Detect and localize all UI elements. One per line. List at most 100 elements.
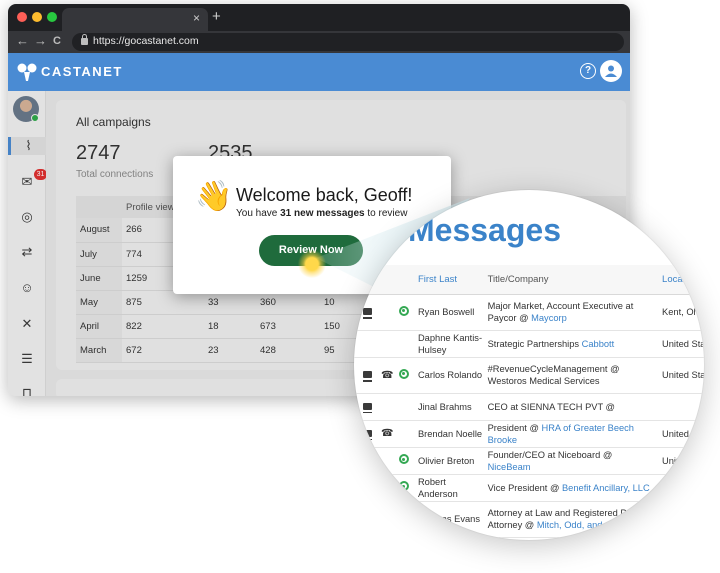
list-item[interactable]: Jinal Brahms CEO at SIENNA TECH PVT @ bbox=[354, 393, 704, 421]
url-field[interactable]: https://gocastanet.com bbox=[72, 33, 624, 51]
location-cell: Kennewick, Washington bbox=[656, 474, 704, 502]
phone-cell bbox=[380, 393, 399, 421]
contact-name[interactable]: Daphne Kantis-Hulsey bbox=[417, 330, 488, 358]
email-cell bbox=[354, 447, 381, 475]
envelope-icon[interactable] bbox=[363, 308, 372, 319]
email-cell bbox=[354, 420, 381, 448]
envelope-icon[interactable] bbox=[363, 456, 372, 467]
location-cell: United States bbox=[656, 447, 704, 475]
company-link[interactable]: Cabbott bbox=[582, 339, 615, 349]
status-cell bbox=[398, 474, 418, 502]
app-header: CASTANET ? bbox=[8, 53, 630, 91]
messages-header-row: First Last Title/Company Location bbox=[354, 265, 704, 295]
company-link[interactable]: Benefit Ancillary, LLC bbox=[562, 483, 650, 493]
review-now-button[interactable]: Review Now bbox=[259, 235, 363, 266]
list-item[interactable]: ☎ Robert Anderson Vice President @ Benefit… bbox=[354, 474, 704, 502]
envelope-icon[interactable] bbox=[363, 429, 372, 440]
close-tab-icon[interactable]: × bbox=[193, 11, 200, 25]
company-link[interactable]: NiceBeam bbox=[488, 462, 531, 472]
status-cell bbox=[398, 393, 418, 421]
target-icon: ◎ bbox=[21, 209, 33, 224]
list-item[interactable]: Daphne Kantis-Hulsey Strategic Partnershi… bbox=[354, 330, 704, 358]
phone-cell: ☎ bbox=[380, 357, 399, 394]
month-cell: June bbox=[76, 266, 122, 291]
envelope-icon[interactable] bbox=[363, 483, 372, 494]
help-button[interactable]: ? bbox=[580, 63, 596, 79]
column-header-blank bbox=[380, 265, 399, 295]
column-header-location[interactable]: Location bbox=[656, 265, 704, 295]
sidebar-item-messages[interactable]: ✉ 31 bbox=[17, 169, 47, 191]
phone-icon[interactable]: ☎ bbox=[381, 428, 393, 439]
status-cell bbox=[398, 294, 418, 331]
magnifier-lens: Messages First Last Title/Company Locati… bbox=[354, 190, 704, 540]
sidebar-item-sequences[interactable]: ⇄ bbox=[17, 243, 37, 261]
list-item[interactable]: Ryan Boswell Major Market, Account Execut… bbox=[354, 294, 704, 331]
column-header-blank bbox=[398, 265, 418, 295]
month-cell: March bbox=[76, 338, 122, 363]
company-link[interactable]: Maycorp bbox=[531, 313, 567, 323]
location-cell: United States bbox=[656, 420, 704, 448]
sidebar: ⌇ ✉ 31 ◎ ⇄ ☺ ✕ ☰ ⊓ bbox=[8, 91, 47, 396]
sidebar-item-team[interactable]: ☺ bbox=[17, 279, 37, 297]
settings-icon bbox=[363, 273, 371, 282]
status-cell bbox=[398, 447, 418, 475]
envelope-icon[interactable] bbox=[363, 402, 372, 413]
envelope-icon[interactable] bbox=[363, 371, 372, 382]
contact-name[interactable]: Olivier Breton bbox=[417, 447, 488, 475]
contact-title: Strategic Partnerships bbox=[487, 338, 582, 349]
location-cell: United States bbox=[656, 357, 704, 394]
list-item[interactable]: Olivier Breton Founder/CEO at Niceboard @… bbox=[354, 447, 704, 475]
contact-title: President @ bbox=[487, 422, 542, 433]
contact-name[interactable]: Brendan Noelle bbox=[417, 420, 488, 448]
reload-icon[interactable]: C bbox=[53, 35, 61, 47]
lock-icon: ⊓ bbox=[21, 385, 33, 396]
sidebar-item-filters[interactable]: ☰ bbox=[17, 350, 37, 368]
sidebar-item-lock[interactable]: ⊓ bbox=[17, 384, 37, 396]
title-company-cell: #RevenueCycleManagement @ Westoros Medic… bbox=[487, 357, 657, 394]
new-tab-button[interactable]: + bbox=[212, 8, 221, 25]
phone-icon[interactable]: ☎ bbox=[381, 370, 393, 381]
minimize-window-button[interactable] bbox=[32, 12, 42, 22]
column-header bbox=[76, 196, 122, 218]
email-cell bbox=[354, 357, 381, 394]
sidebar-item-analytics[interactable]: ⌇ bbox=[8, 137, 46, 155]
title-company-cell: CEO at SIENNA TECH PVT @ bbox=[487, 393, 657, 421]
connected-status-icon bbox=[398, 481, 409, 491]
contact-name[interactable]: Jinal Brahms bbox=[417, 393, 488, 421]
maximize-window-button[interactable] bbox=[47, 12, 57, 22]
forward-icon[interactable]: → bbox=[34, 33, 47, 48]
sidebar-item-targets[interactable]: ◎ bbox=[17, 208, 37, 226]
column-header-title-company[interactable]: Title/Company bbox=[487, 265, 657, 295]
stat-cell: 673 bbox=[256, 314, 320, 339]
email-cell bbox=[354, 501, 381, 538]
online-status-dot bbox=[31, 114, 39, 122]
contact-name[interactable]: Thomas Evans bbox=[417, 501, 488, 538]
back-icon[interactable]: ← bbox=[16, 33, 29, 48]
title-company-cell: Attorney at Law and Registered Patent At… bbox=[487, 501, 657, 538]
status-cell bbox=[398, 501, 418, 538]
list-item[interactable]: ☎ Carlos Rolando #RevenueCycleManagement @… bbox=[354, 357, 704, 394]
title-company-cell: Founder/CEO at Niceboard @ NiceBeam bbox=[487, 447, 657, 475]
user-menu-button[interactable] bbox=[600, 60, 622, 82]
close-window-button[interactable] bbox=[17, 12, 27, 22]
contact-name[interactable]: Robert Anderson bbox=[417, 474, 488, 502]
month-cell: April bbox=[76, 314, 122, 339]
month-cell: May bbox=[76, 290, 122, 315]
phone-cell bbox=[380, 447, 399, 475]
company-link[interactable]: Mitch, Odd, and Gavin LLP bbox=[537, 520, 649, 530]
envelope-icon: ✉ bbox=[21, 174, 33, 189]
team-icon: ☺ bbox=[20, 280, 34, 295]
messages-panel: Messages First Last Title/Company Locati… bbox=[354, 190, 704, 540]
connected-status-icon bbox=[398, 454, 409, 464]
list-item[interactable]: Thomas Evans Attorney at Law and Register… bbox=[354, 501, 704, 538]
contact-name[interactable]: Ryan Boswell bbox=[417, 294, 488, 331]
lock-icon bbox=[81, 34, 88, 45]
contact-name[interactable]: Carlos Rolando bbox=[417, 357, 488, 394]
browser-tab[interactable]: × bbox=[62, 8, 208, 31]
column-header-first-last[interactable]: First Last bbox=[417, 265, 488, 295]
sidebar-item-blacklist[interactable]: ✕ bbox=[17, 315, 37, 333]
connected-status-icon bbox=[398, 305, 409, 316]
switch-icon: ⇄ bbox=[21, 244, 33, 259]
list-item[interactable]: ☎ Brendan Noelle President @ HRA of Greate… bbox=[354, 420, 704, 448]
phone-icon[interactable]: ☎ bbox=[381, 482, 393, 493]
